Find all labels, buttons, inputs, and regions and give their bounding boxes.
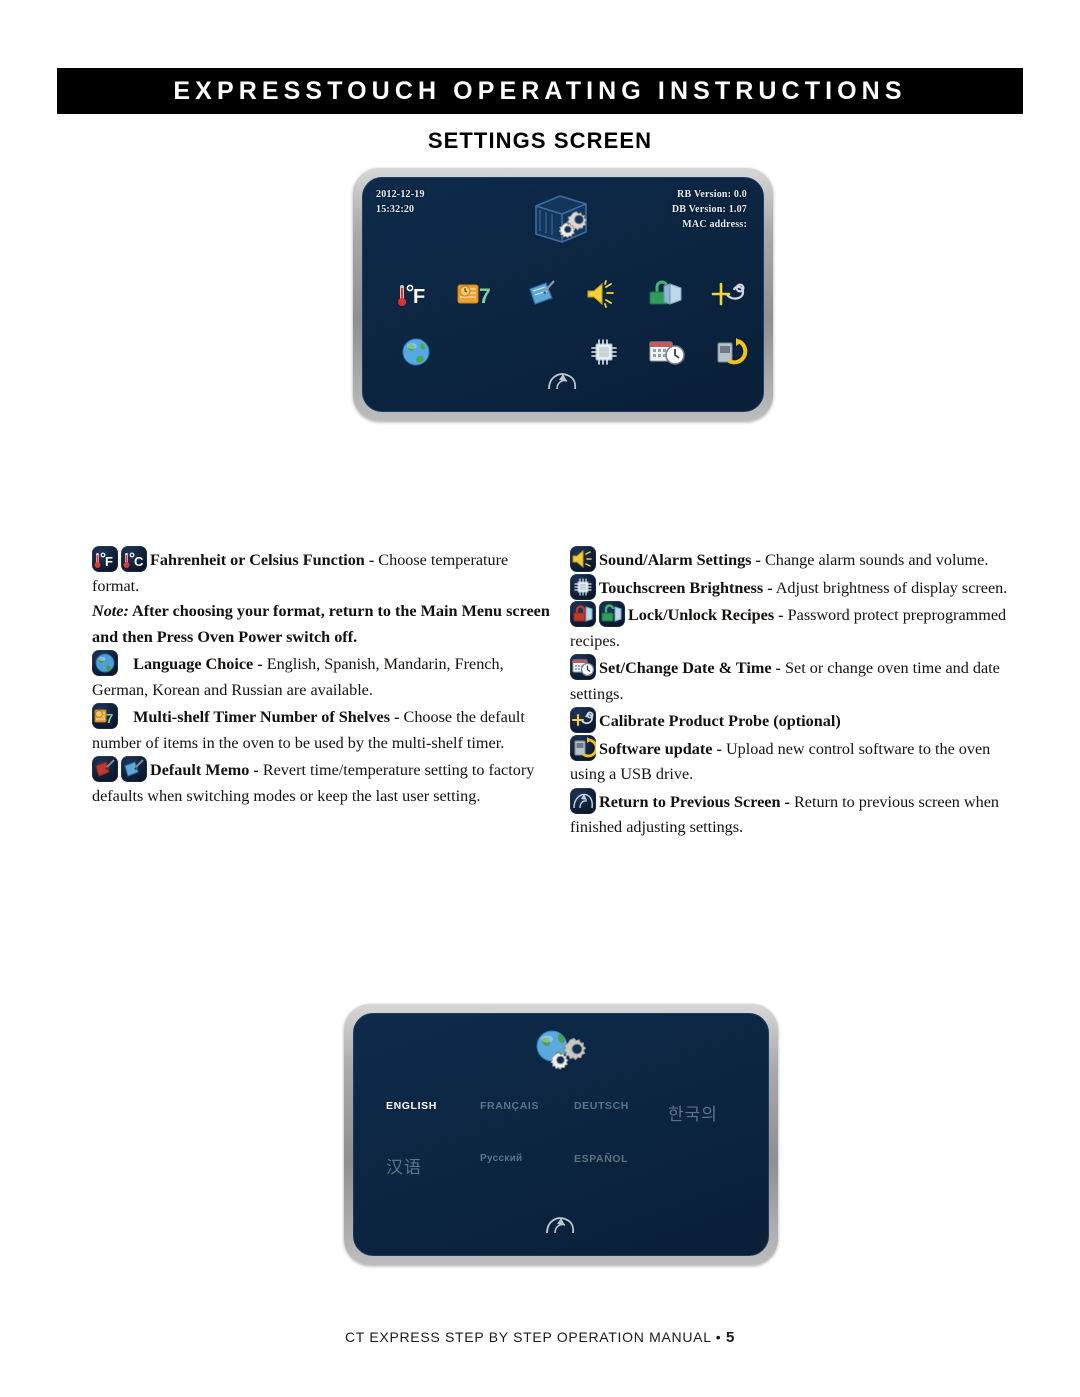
banner-title: EXPRESSTOUCH OPERATING INSTRUCTIONS	[173, 76, 907, 105]
description-title: Touchscreen Brightness -	[599, 578, 773, 597]
settings-icon-language-globe[interactable]	[393, 332, 439, 372]
globe-gear-icon	[354, 1026, 768, 1078]
language-globe-icon	[92, 650, 118, 676]
description-title: Multi-shelf Timer Number of Shelves -	[133, 708, 400, 726]
settings-icon-software-update[interactable]	[707, 332, 753, 372]
settings-screen-display: 2012-12-19 15:32:20 RB Version: 0.0 DB V…	[362, 177, 764, 412]
settings-screen-device: 2012-12-19 15:32:20 RB Version: 0.0 DB V…	[353, 168, 773, 421]
settings-grid-empty-2	[519, 332, 565, 372]
language-option-deutsch[interactable]: DEUTSCH	[574, 1100, 668, 1125]
oven-gears-icon	[363, 192, 763, 248]
description-item-fahrenheit-celsius: F C Fahrenheit or Celsius Function - Cho…	[92, 546, 558, 650]
description-item-return-previous-screen: Return to Previous Screen - Return to pr…	[570, 787, 1010, 841]
description-item-multi-shelf-timer: 7 Multi-shelf Timer Number of Shelves - …	[92, 703, 558, 756]
description-title: Sound/Alarm Settings -	[599, 551, 761, 569]
language-option-chinese[interactable]: 汉语	[386, 1153, 480, 1178]
description-body: Adjust brightness of display screen.	[772, 578, 1008, 597]
description-note-text: After choosing your format, return to th…	[92, 602, 550, 646]
unlock-recipes-icon	[599, 601, 625, 627]
svg-text:7: 7	[106, 711, 113, 726]
default-memo-icon	[121, 756, 147, 782]
descriptions-right-column: Sound/Alarm Settings - Change alarm soun…	[570, 546, 1010, 841]
settings-icon-calibrate-probe[interactable]	[707, 274, 753, 314]
description-item-lock-unlock-recipes: Lock/Unlock Recipes - Password protect p…	[570, 601, 1010, 654]
description-note-label: Note:	[92, 602, 129, 620]
description-title: Calibrate Product Probe (optional)	[599, 712, 841, 730]
settings-icon-touchscreen-brightness[interactable]	[581, 332, 627, 372]
description-title: Language Choice -	[133, 655, 263, 673]
date-time-icon	[570, 654, 596, 680]
language-screen-display: ENGLISH FRANÇAIS DEUTSCH 한국의 汉语 Русский …	[353, 1013, 769, 1256]
language-back-button[interactable]	[354, 1213, 768, 1237]
calibrate-probe-icon	[570, 707, 596, 733]
return-previous-screen-icon	[570, 787, 596, 814]
footer-manual-title: CT EXPRESS STEP BY STEP OPERATION MANUAL…	[344, 1329, 722, 1345]
software-update-icon	[570, 734, 596, 761]
language-options-grid: ENGLISH FRANÇAIS DEUTSCH 한국의 汉语 Русский …	[386, 1100, 762, 1178]
settings-icon-lock-unlock-recipes[interactable]	[644, 274, 690, 314]
svg-text:F: F	[105, 554, 113, 569]
svg-text:7: 7	[479, 285, 491, 308]
touchscreen-brightness-icon	[570, 573, 596, 600]
description-item-date-time: Set/Change Date & Time - Set or change o…	[570, 654, 1010, 707]
settings-icon-fahrenheit-celsius[interactable]: F	[393, 274, 439, 314]
footer-page-number: 5	[725, 1329, 735, 1346]
description-title: Software update -	[599, 739, 722, 758]
language-grid-empty	[668, 1153, 762, 1178]
lock-recipes-icon	[570, 601, 596, 627]
description-item-software-update: Software update - Upload new control sof…	[570, 734, 1010, 788]
settings-icon-default-memo[interactable]	[519, 274, 565, 314]
language-option-english[interactable]: ENGLISH	[386, 1100, 480, 1125]
fahrenheit-icon: F	[92, 546, 118, 572]
return-previous-screen-icon	[548, 373, 577, 390]
return-previous-screen-icon	[546, 1217, 575, 1234]
default-memo-locked-icon	[92, 756, 118, 782]
description-body: Change alarm sounds and volume.	[760, 551, 989, 569]
language-option-korean[interactable]: 한국의	[668, 1100, 762, 1125]
settings-icon-date-time[interactable]	[644, 332, 690, 372]
language-screen-device: ENGLISH FRANÇAIS DEUTSCH 한국의 汉语 Русский …	[344, 1004, 778, 1265]
svg-text:C: C	[134, 554, 144, 569]
settings-grid-empty-1	[456, 332, 502, 372]
page-title: SETTINGS SCREEN	[427, 128, 653, 153]
language-option-russian[interactable]: Русский	[480, 1153, 574, 1178]
description-item-calibrate-probe: Calibrate Product Probe (optional)	[570, 707, 1010, 735]
language-option-francais[interactable]: FRANÇAIS	[480, 1100, 574, 1125]
description-title: Fahrenheit or Celsius Function -	[150, 551, 375, 569]
settings-icon-grid: F 7	[385, 274, 761, 372]
settings-back-button[interactable]	[363, 369, 763, 393]
description-title: Set/Change Date & Time -	[599, 659, 781, 677]
description-title: Return to Previous Screen -	[599, 792, 790, 811]
language-option-espanol[interactable]: ESPAÑOL	[574, 1153, 668, 1178]
settings-icon-multi-shelf-timer[interactable]: 7	[456, 274, 502, 314]
svg-text:F: F	[413, 286, 425, 308]
description-item-touchscreen-brightness: Touchscreen Brightness - Adjust brightne…	[570, 573, 1010, 602]
settings-icon-sound-alarm[interactable]	[581, 274, 627, 314]
page-header-banner: EXPRESSTOUCH OPERATING INSTRUCTIONS	[57, 68, 1023, 114]
sound-alarm-icon	[570, 546, 596, 572]
descriptions-left-column: F C Fahrenheit or Celsius Function - Cho…	[92, 546, 558, 809]
page-footer: CT EXPRESS STEP BY STEP OPERATION MANUAL…	[0, 1329, 1080, 1346]
description-title: Lock/Unlock Recipes -	[628, 606, 784, 624]
description-item-default-memo: Default Memo - Revert time/temperature s…	[92, 756, 558, 809]
multi-shelf-timer-icon: 7	[92, 703, 118, 729]
description-title: Default Memo -	[150, 761, 259, 779]
celsius-icon: C	[121, 546, 147, 572]
description-item-language-choice: Language Choice - English, Spanish, Mand…	[92, 650, 558, 703]
description-item-sound-alarm: Sound/Alarm Settings - Change alarm soun…	[570, 546, 1010, 574]
